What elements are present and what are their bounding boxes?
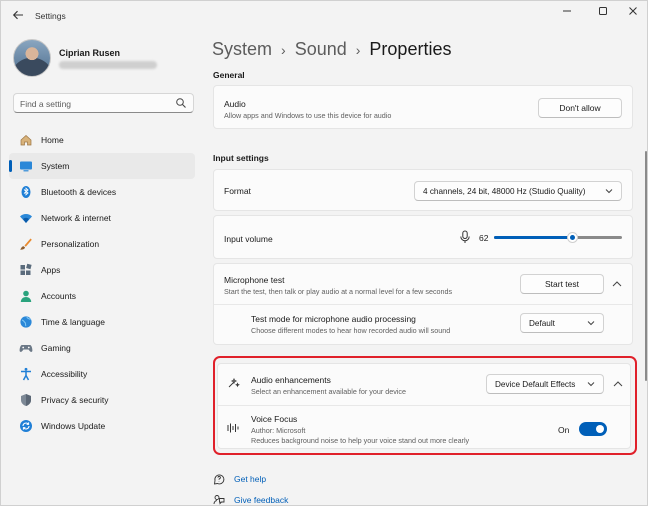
globe-icon <box>19 315 33 329</box>
sidebar-item-privacy-security[interactable]: Privacy & security <box>9 387 195 413</box>
user-name: Ciprian Rusen <box>59 48 121 58</box>
section-heading-input-settings: Input settings <box>213 153 269 163</box>
input-volume-card: Input volume 62 <box>213 215 633 259</box>
back-arrow-icon[interactable] <box>11 9 25 23</box>
audio-card: Audio Allow apps and Windows to use this… <box>213 85 633 129</box>
sidebar-item-network[interactable]: Network & internet <box>9 205 195 231</box>
test-mode-dropdown[interactable]: Default <box>520 313 604 333</box>
help-icon <box>213 473 225 485</box>
sidebar-item-windows-update[interactable]: Windows Update <box>9 413 195 439</box>
sidebar-item-bluetooth[interactable]: Bluetooth & devices <box>9 179 195 205</box>
test-mode-description: Choose different modes to hear how recor… <box>251 326 451 335</box>
highlight-annotation <box>213 356 637 455</box>
search-input[interactable] <box>20 97 170 110</box>
audio-description: Allow apps and Windows to use this devic… <box>224 111 392 120</box>
sidebar-nav: Home System Bluetooth & devices Network … <box>9 127 195 439</box>
dont-allow-button[interactable]: Don't allow <box>538 98 622 118</box>
breadcrumb-separator-icon: › <box>355 41 361 58</box>
accounts-icon <box>19 289 33 303</box>
scrollbar[interactable] <box>645 151 647 381</box>
sidebar-item-apps[interactable]: Apps <box>9 257 195 283</box>
wifi-icon <box>19 211 33 225</box>
search-icon[interactable] <box>175 97 187 109</box>
maximize-icon[interactable] <box>593 6 613 22</box>
app-title: Settings <box>35 11 66 21</box>
page-title: Properties <box>369 39 452 59</box>
slider-thumb[interactable] <box>567 232 578 243</box>
microphone-test-title: Microphone test <box>224 275 285 285</box>
microphone-test-card: Microphone test Start the test, then tal… <box>213 263 633 345</box>
audio-title: Audio <box>224 99 246 109</box>
sidebar-item-accounts[interactable]: Accounts <box>9 283 195 309</box>
search-box[interactable] <box>13 93 194 113</box>
format-dropdown[interactable]: 4 channels, 24 bit, 48000 Hz (Studio Qua… <box>414 181 622 201</box>
close-icon[interactable] <box>623 6 643 22</box>
avatar[interactable] <box>13 39 51 77</box>
title-bar: Settings <box>1 1 647 31</box>
chevron-up-icon[interactable] <box>611 279 623 289</box>
bluetooth-icon <box>19 185 33 199</box>
get-help-link[interactable]: Get help <box>213 473 266 485</box>
shield-icon <box>19 393 33 407</box>
slider-fill <box>494 236 573 239</box>
system-icon <box>19 159 33 173</box>
give-feedback-link[interactable]: Give feedback <box>213 494 288 505</box>
blurred-email <box>59 61 157 69</box>
sidebar-item-accessibility[interactable]: Accessibility <box>9 361 195 387</box>
chevron-down-icon <box>605 189 613 194</box>
microphone-icon[interactable] <box>459 230 471 244</box>
home-icon <box>19 133 33 147</box>
update-icon <box>19 419 33 433</box>
sidebar-item-system[interactable]: System <box>9 153 195 179</box>
input-volume-title: Input volume <box>224 234 273 244</box>
breadcrumb: System › Sound › Properties <box>212 39 451 60</box>
brush-icon <box>19 237 33 251</box>
microphone-test-description: Start the test, then talk or play audio … <box>224 287 453 296</box>
feedback-icon <box>213 494 225 505</box>
sidebar-item-home[interactable]: Home <box>9 127 195 153</box>
apps-icon <box>19 263 33 277</box>
start-test-button[interactable]: Start test <box>520 274 604 294</box>
test-mode-title: Test mode for microphone audio processin… <box>251 314 416 324</box>
accessibility-icon <box>19 367 33 381</box>
breadcrumb-sound[interactable]: Sound <box>295 39 347 60</box>
sidebar-item-gaming[interactable]: Gaming <box>9 335 195 361</box>
breadcrumb-system[interactable]: System <box>212 39 272 60</box>
minimize-icon[interactable] <box>557 6 577 22</box>
sidebar-item-time-language[interactable]: Time & language <box>9 309 195 335</box>
input-volume-value: 62 <box>479 233 489 243</box>
chevron-down-icon <box>587 321 595 326</box>
breadcrumb-separator-icon: › <box>281 41 286 58</box>
sidebar-item-personalization[interactable]: Personalization <box>9 231 195 257</box>
gamepad-icon <box>19 341 33 355</box>
format-title: Format <box>224 186 251 196</box>
format-card: Format 4 channels, 24 bit, 48000 Hz (Stu… <box>213 169 633 211</box>
section-heading-general: General <box>213 70 245 80</box>
settings-window: Settings Ciprian Rusen Home <box>0 0 648 506</box>
